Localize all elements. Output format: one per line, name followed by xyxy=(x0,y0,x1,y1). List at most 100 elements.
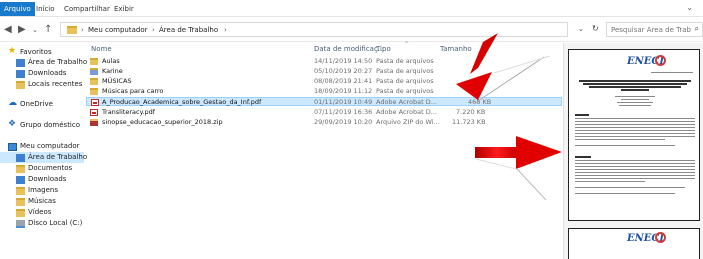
recent-locations-chevron-icon[interactable]: ⌄ xyxy=(32,24,38,36)
folder-icon xyxy=(67,26,77,34)
file-date: 05/10/2019 20:27 xyxy=(314,67,373,75)
breadcrumb-separator-icon[interactable]: › xyxy=(81,25,84,35)
file-type: Arquivo ZIP do Wi... xyxy=(376,118,440,126)
tab-exibir[interactable]: Exibir xyxy=(110,3,138,15)
nav-item-label: Vídeos xyxy=(28,208,52,216)
nav-item-label: Documentos xyxy=(28,164,73,172)
tab-inicio[interactable]: Início xyxy=(32,3,59,15)
file-type: Pasta de arquivos xyxy=(376,57,434,65)
nav-item-area-de-trabalho[interactable]: Área de Trabalho xyxy=(0,57,87,68)
file-name: Aulas xyxy=(102,57,120,65)
file-name: Transliteracy.pdf xyxy=(102,108,156,116)
search-box: ⌕ xyxy=(606,22,703,37)
folder-icon xyxy=(90,88,98,95)
column-header-name[interactable]: Nome xyxy=(91,45,112,53)
text-line xyxy=(575,127,695,128)
column-header-size[interactable]: Tamanho xyxy=(440,45,472,53)
nav-item-label: Disco Local (C:) xyxy=(28,219,83,227)
nav-item-label: Imagens xyxy=(28,186,59,194)
nav-item-label: Downloads xyxy=(28,69,67,77)
nav-item-label: Meu computador xyxy=(20,142,80,150)
title-line xyxy=(589,86,681,88)
nav-item-musicas[interactable]: Músicas xyxy=(0,196,84,207)
nav-item-area-de-trabalho-selected[interactable]: Área de Trabalho xyxy=(0,152,88,163)
tab-compartilhar[interactable]: Compartilhar xyxy=(60,3,114,15)
up-button[interactable]: ↑ xyxy=(44,24,52,36)
breadcrumb-separator-icon[interactable]: › xyxy=(152,25,155,35)
title-line xyxy=(621,89,649,91)
text-line xyxy=(575,136,695,137)
nav-item-label: Área de Trabalho xyxy=(28,153,88,161)
search-icon[interactable]: ⌕ xyxy=(695,24,699,34)
zip-icon xyxy=(90,119,98,126)
text-line xyxy=(575,187,685,188)
author-line xyxy=(615,96,655,97)
back-button[interactable]: ◀ xyxy=(4,24,12,36)
file-name: Músicas para carro xyxy=(102,87,164,95)
author-line xyxy=(617,102,653,103)
file-name: sinopse_educacao_superior_2018.zip xyxy=(102,118,223,126)
column-header-date[interactable]: Data de modificaç... xyxy=(314,45,384,53)
file-row[interactable]: Transliteracy.pdf 07/11/2019 16:36 Adobe… xyxy=(86,108,562,117)
recent-places-icon xyxy=(16,81,25,89)
sort-caret-icon: ^ xyxy=(404,41,410,48)
nav-item-documentos[interactable]: Documentos xyxy=(0,163,84,174)
file-row[interactable]: sinopse_educacao_superior_2018.zip 29/09… xyxy=(86,118,562,127)
nav-item-downloads-pc[interactable]: Downloads xyxy=(0,174,84,185)
folder-icon xyxy=(90,68,98,75)
file-name: MÚSICAS xyxy=(102,77,132,85)
nav-item-locais-recentes[interactable]: Locais recentes xyxy=(0,79,84,90)
local-disk-icon xyxy=(16,220,25,228)
file-row[interactable]: MÚSICAS 08/08/2019 21:41 Pasta de arquiv… xyxy=(86,77,562,86)
nav-item-meu-computador[interactable]: Meu computador xyxy=(0,141,84,152)
nav-item-onedrive[interactable]: ☁ OneDrive xyxy=(0,99,84,110)
file-type: Pasta de arquivos xyxy=(376,87,434,95)
text-line xyxy=(575,166,695,167)
nav-item-disco-local[interactable]: Disco Local (C:) xyxy=(0,218,84,229)
file-row-selected[interactable]: A_Producao_Academica_sobre_Gestao_da_Inf… xyxy=(86,97,562,106)
navigation-pane: ★ Favoritos Área de Trabalho Downloads L… xyxy=(0,43,88,259)
breadcrumb-area-de-trabalho[interactable]: Área de Trabalho xyxy=(159,25,218,35)
pictures-icon xyxy=(16,187,25,195)
file-row[interactable]: Aulas 14/11/2019 14:50 Pasta de arquivos xyxy=(86,57,562,66)
text-line xyxy=(575,145,675,146)
onedrive-icon: ☁ xyxy=(8,98,17,108)
tab-arquivo[interactable]: Arquivo xyxy=(0,2,35,16)
text-line xyxy=(575,169,695,170)
downloads-icon xyxy=(16,176,25,184)
address-dropdown-chevron-icon[interactable]: ⌄ xyxy=(578,25,584,33)
file-size: 11.723 KB xyxy=(452,118,486,126)
file-row[interactable]: Karine 05/10/2019 20:27 Pasta de arquivo… xyxy=(86,67,562,76)
file-type: Adobe Acrobat D... xyxy=(376,98,437,106)
address-bar[interactable]: › Meu computador › Área de Trabalho › xyxy=(60,22,568,37)
preview-pane[interactable]: ENECI ENECI xyxy=(563,43,703,259)
text-line xyxy=(575,160,695,161)
search-input[interactable] xyxy=(607,23,691,36)
text-line xyxy=(575,193,675,194)
pdf-icon xyxy=(91,99,99,106)
nav-item-imagens[interactable]: Imagens xyxy=(0,185,84,196)
nav-item-label: Grupo doméstico xyxy=(20,121,81,129)
file-date: 07/11/2019 16:36 xyxy=(314,108,373,116)
breadcrumb-separator-icon[interactable]: › xyxy=(224,25,227,35)
ribbon-expand-chevron-icon[interactable]: ⌄ xyxy=(686,3,693,12)
text-line xyxy=(575,139,665,140)
file-date: 18/09/2019 11:12 xyxy=(314,87,373,95)
nav-item-downloads[interactable]: Downloads xyxy=(0,68,84,79)
breadcrumb-meu-computador[interactable]: Meu computador xyxy=(88,25,147,35)
file-row[interactable]: Músicas para carro 18/09/2019 11:12 Past… xyxy=(86,87,562,96)
forward-button[interactable]: ▶ xyxy=(18,24,26,36)
computer-icon xyxy=(8,143,17,151)
author-line xyxy=(619,105,651,106)
folder-icon xyxy=(90,58,98,65)
nav-item-label: Músicas xyxy=(28,197,56,205)
desktop-icon xyxy=(16,154,25,162)
text-line xyxy=(575,163,695,164)
refresh-icon[interactable]: ↻ xyxy=(592,24,599,33)
nav-item-label: Downloads xyxy=(28,175,67,183)
nav-item-grupo-domestico[interactable]: ❖ Grupo doméstico xyxy=(0,120,84,131)
nav-item-videos[interactable]: Vídeos xyxy=(0,207,84,218)
file-name: A_Producao_Academica_sobre_Gestao_da_Inf… xyxy=(102,98,262,106)
documents-icon xyxy=(16,165,25,173)
column-header-type[interactable]: Tipo xyxy=(376,45,391,53)
